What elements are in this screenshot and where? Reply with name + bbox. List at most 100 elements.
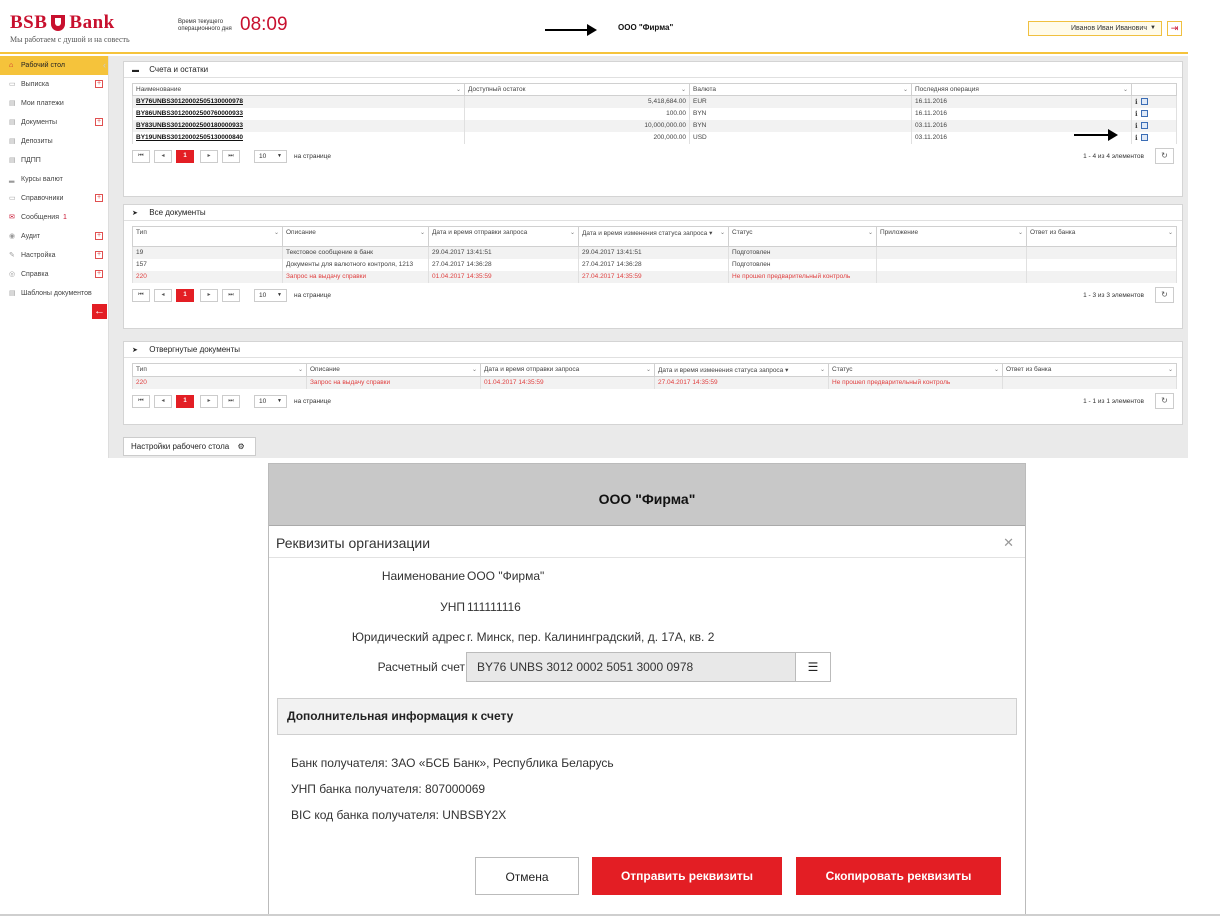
- current-page[interactable]: 1: [176, 288, 194, 302]
- account-list-button[interactable]: ☰: [795, 652, 831, 682]
- prev-page-button[interactable]: ◂: [154, 288, 172, 302]
- sidebar-item-deposits[interactable]: ▤ Депозиты: [0, 132, 108, 151]
- send-requisites-button[interactable]: Отправить реквизиты: [592, 857, 782, 895]
- column-header[interactable]: Валюта ⌄: [689, 83, 912, 96]
- info-icon[interactable]: ℹ: [1135, 123, 1138, 130]
- table-row[interactable]: 220 Запрос на выдачу справки 01.04.2017 …: [132, 376, 1177, 389]
- sidebar-item-directories[interactable]: ▭ Справочники +: [0, 189, 108, 208]
- column-header[interactable]: Статус ⌄: [828, 363, 1003, 377]
- info-icon[interactable]: ℹ: [1135, 135, 1138, 142]
- column-header[interactable]: Описание ⌄: [282, 226, 429, 247]
- prev-page-button[interactable]: ◂: [154, 149, 172, 163]
- table-row[interactable]: 220 Запрос на выдачу справки 01.04.2017 …: [132, 270, 1177, 283]
- account-field[interactable]: BY76 UNBS 3012 0002 5051 3000 0978: [466, 652, 796, 682]
- column-header[interactable]: Ответ из банка ⌄: [1026, 226, 1177, 247]
- dialog-firm-title: ООО "Фирма": [269, 464, 1025, 526]
- first-page-button[interactable]: ⏮: [132, 394, 150, 408]
- table-row[interactable]: BY83UNBS30120002500180000933 10,000,000.…: [132, 119, 1177, 132]
- column-header[interactable]: Тип ⌄: [132, 226, 283, 247]
- chevron-down-icon: ⌄: [645, 367, 651, 373]
- logo-text-right: Bank: [69, 12, 115, 33]
- expand-plus-icon[interactable]: +: [95, 232, 103, 240]
- sidebar-item-help[interactable]: ◎ Справка +: [0, 265, 108, 284]
- column-header[interactable]: Тип ⌄: [132, 363, 307, 377]
- next-page-button[interactable]: ▸: [200, 394, 218, 408]
- bank-logo[interactable]: BSB Bank Мы работаем с душой и на совест…: [10, 12, 130, 44]
- user-select[interactable]: Иванов Иван Иванович ▼: [1028, 21, 1162, 36]
- per-page-label: на странице: [294, 291, 331, 299]
- expand-plus-icon[interactable]: +: [95, 270, 103, 278]
- per-page-label: на странице: [294, 397, 331, 405]
- last-page-button[interactable]: ⏭: [222, 149, 240, 163]
- logo-shield-icon: [51, 15, 66, 31]
- info-icon[interactable]: ℹ: [1135, 111, 1138, 118]
- desktop-settings-button[interactable]: Настройки рабочего стола ⚙: [123, 437, 256, 456]
- chevron-down-icon: ⌄: [1167, 230, 1173, 236]
- column-header[interactable]: Приложение ⌄: [876, 226, 1027, 247]
- column-header[interactable]: Ответ из банка ⌄: [1002, 363, 1177, 377]
- column-header[interactable]: Доступный остаток ⌄: [464, 83, 690, 96]
- current-page[interactable]: 1: [176, 394, 194, 408]
- column-header[interactable]: Дата и время изменения статуса запроса ▾…: [654, 363, 829, 377]
- info-icon[interactable]: ℹ: [1135, 99, 1138, 106]
- close-icon[interactable]: ✕: [1003, 526, 1014, 560]
- sidebar-item-payments[interactable]: ▤ Мои платежи: [0, 94, 108, 113]
- sidebar-item-messages[interactable]: ✉ Сообщения 1: [0, 208, 108, 227]
- last-page-button[interactable]: ⏭: [222, 288, 240, 302]
- chevron-down-icon: ⌄: [419, 230, 425, 236]
- page-size-select[interactable]: 10 ▼: [254, 149, 287, 163]
- chevron-down-icon: ⌄: [993, 367, 999, 373]
- column-header[interactable]: Статус ⌄: [728, 226, 877, 247]
- requisites-icon[interactable]: [1140, 133, 1148, 141]
- prev-page-button[interactable]: ◂: [154, 394, 172, 408]
- logout-button[interactable]: ⇥: [1167, 21, 1182, 36]
- sidebar-item-label: Шаблоны документов: [21, 290, 92, 297]
- table-row[interactable]: 157 Документы для валютного контроля, 12…: [132, 258, 1177, 271]
- requisites-icon[interactable]: [1140, 109, 1148, 117]
- sidebar-item-settings[interactable]: ✎ Настройка +: [0, 246, 108, 265]
- cancel-button[interactable]: Отмена: [475, 857, 579, 895]
- requisites-icon[interactable]: [1140, 97, 1148, 105]
- refresh-button[interactable]: ↻: [1155, 286, 1174, 303]
- sidebar-item-desktop[interactable]: ⌂ Рабочий стол ‹: [0, 56, 108, 75]
- table-row[interactable]: BY76UNBS30120002505130000978 5,418,684.0…: [132, 95, 1177, 108]
- sidebar-item-rates[interactable]: ▂ Курсы валют: [0, 170, 108, 189]
- collapse-sidebar-button[interactable]: ←: [92, 304, 107, 319]
- expand-plus-icon[interactable]: +: [95, 194, 103, 202]
- first-page-button[interactable]: ⏮: [132, 288, 150, 302]
- table-row[interactable]: BY19UNBS30120002505130000840 200,000.00 …: [132, 131, 1177, 144]
- expand-plus-icon[interactable]: +: [95, 251, 103, 259]
- next-page-button[interactable]: ▸: [200, 149, 218, 163]
- table-row[interactable]: 19 Текстовое сообщение в банк 29.04.2017…: [132, 246, 1177, 259]
- firm-name-link[interactable]: ООО "Фирма": [618, 23, 673, 32]
- refresh-button[interactable]: ↻: [1155, 147, 1174, 164]
- column-header[interactable]: Последняя операция ⌄: [911, 83, 1132, 96]
- sidebar-item-label: ПДПП: [21, 157, 41, 164]
- next-page-button[interactable]: ▸: [200, 288, 218, 302]
- column-header[interactable]: Дата и время изменения статуса запроса ▾…: [578, 226, 729, 247]
- current-page[interactable]: 1: [176, 149, 194, 163]
- main-content: ▬ Счета и остатки Наименование ⌄ Доступны…: [108, 56, 1188, 458]
- sidebar-item-pdpp[interactable]: ▤ ПДПП: [0, 151, 108, 170]
- requisites-icon[interactable]: [1140, 121, 1148, 129]
- dialog-title: Реквизиты организации: [276, 535, 431, 551]
- page-size-select[interactable]: 10 ▼: [254, 288, 287, 302]
- expand-plus-icon[interactable]: +: [95, 80, 103, 88]
- sidebar-item-statement[interactable]: ▭ Выписка +: [0, 75, 108, 94]
- sidebar-item-templates[interactable]: ▤ Шаблоны документов: [0, 284, 108, 303]
- sidebar-item-audit[interactable]: ◉ Аудит +: [0, 227, 108, 246]
- expand-plus-icon[interactable]: +: [95, 118, 103, 126]
- additional-info-header: Дополнительная информация к счету: [277, 698, 1017, 735]
- sidebar-item-documents[interactable]: ▤ Документы +: [0, 113, 108, 132]
- column-header[interactable]: Дата и время отправки запроса ⌄: [480, 363, 655, 377]
- page-size-select[interactable]: 10 ▼: [254, 394, 287, 408]
- copy-requisites-button[interactable]: Скопировать реквизиты: [796, 857, 1001, 895]
- column-header[interactable]: Дата и время отправки запроса ⌄: [428, 226, 579, 247]
- table-row[interactable]: BY86UNBS30120002500760000933 100.00 BYN …: [132, 107, 1177, 120]
- refresh-icon: ↻: [1161, 395, 1168, 405]
- first-page-button[interactable]: ⏮: [132, 149, 150, 163]
- column-header[interactable]: Описание ⌄: [306, 363, 481, 377]
- refresh-button[interactable]: ↻: [1155, 392, 1174, 409]
- last-page-button[interactable]: ⏭: [222, 394, 240, 408]
- column-header[interactable]: Наименование ⌄: [132, 83, 465, 96]
